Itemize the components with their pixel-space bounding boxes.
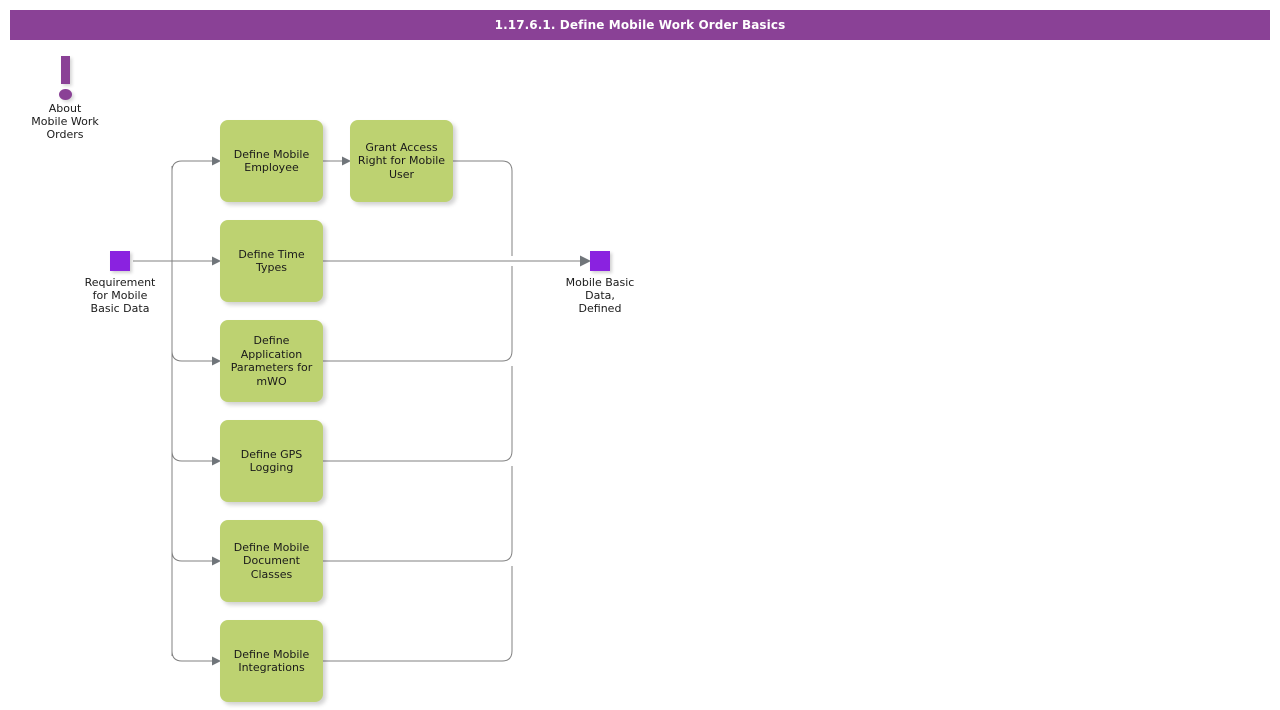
start-node-label-line2: for Mobile	[92, 289, 148, 302]
activity-define-mobile-document-classes[interactable]: Define Mobile Document Classes	[220, 520, 323, 602]
activity-label: Define Application Parameters for mWO	[230, 334, 313, 388]
activity-label: Define GPS Logging	[240, 447, 303, 475]
end-node-label-line2: Data,	[585, 289, 615, 302]
connector-application-parameters-to-merge	[323, 266, 513, 362]
start-node[interactable]: Requirement for Mobile Basic Data	[70, 251, 170, 315]
activity-label: Grant Access Right for Mobile User	[357, 140, 446, 181]
exclamation-bar	[61, 56, 70, 84]
activity-define-mobile-integrations[interactable]: Define Mobile Integrations	[220, 620, 323, 702]
connector-layer	[133, 156, 591, 666]
activity-define-gps-logging[interactable]: Define GPS Logging	[220, 420, 323, 502]
connector-document-classes-to-merge	[323, 466, 513, 562]
start-node-square	[110, 251, 130, 271]
connector-grant-access-to-merge	[453, 160, 513, 256]
about-marker-label-line1: About	[48, 102, 82, 115]
end-node-label-line3: Defined	[578, 302, 622, 315]
activity-label: Define Mobile Document Classes	[233, 540, 310, 581]
connector-to-define-application-parameters	[171, 350, 212, 362]
activity-grant-access-right-for-mobile-user[interactable]: Grant Access Right for Mobile User	[350, 120, 453, 202]
about-marker-label-line3: Orders	[46, 128, 84, 141]
end-node-label-line1: Mobile Basic	[565, 276, 635, 289]
connector-integrations-to-merge	[323, 566, 513, 662]
activity-label: Define Mobile Employee	[233, 147, 310, 175]
end-node-label: Mobile Basic Data, Defined	[545, 276, 655, 315]
connector-to-define-mobile-integrations	[171, 650, 212, 662]
start-node-label-line1: Requirement	[84, 276, 156, 289]
about-marker-label-line2: Mobile Work	[31, 115, 99, 128]
activity-define-mobile-employee[interactable]: Define Mobile Employee	[220, 120, 323, 202]
end-node[interactable]: Mobile Basic Data, Defined	[550, 251, 650, 315]
activity-label: Define Time Types	[238, 247, 305, 275]
exclamation-dot	[59, 89, 72, 100]
start-node-label: Requirement for Mobile Basic Data	[65, 276, 175, 315]
diagram-canvas: 1.17.6.1. Define Mobile Work Order Basic…	[0, 0, 1280, 710]
connector-to-define-mobile-employee	[171, 160, 212, 172]
activity-define-time-types[interactable]: Define Time Types	[220, 220, 323, 302]
start-node-label-line3: Basic Data	[90, 302, 150, 315]
exclamation-icon	[52, 56, 78, 100]
connector-to-define-mobile-document-classes	[171, 550, 212, 562]
connector-to-define-gps-logging	[171, 450, 212, 462]
activity-define-application-parameters-for-mwo[interactable]: Define Application Parameters for mWO	[220, 320, 323, 402]
end-node-square	[590, 251, 610, 271]
connector-gps-logging-to-merge	[323, 366, 513, 462]
activity-label: Define Mobile Integrations	[233, 647, 310, 675]
about-mobile-work-orders-marker[interactable]: About Mobile Work Orders	[14, 56, 116, 141]
about-marker-label: About Mobile Work Orders	[31, 102, 98, 141]
